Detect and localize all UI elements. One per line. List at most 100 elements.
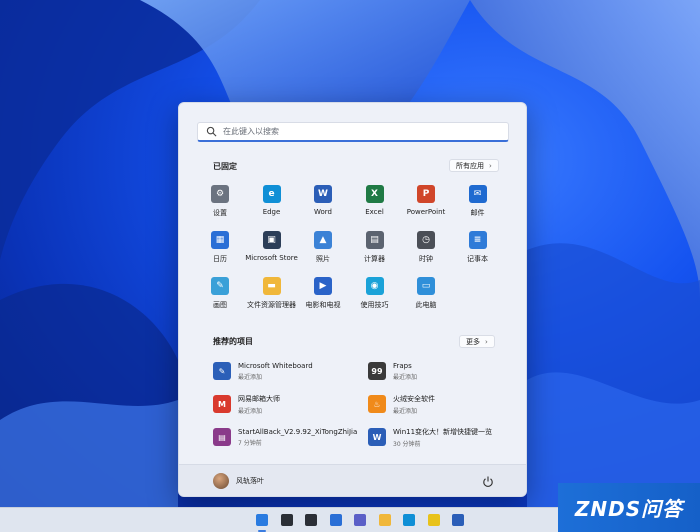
recommended-item[interactable]: M 网易邮箱大师 最近添加: [213, 392, 363, 416]
pinned-app-label: 记事本: [467, 255, 488, 263]
pinned-app-label: 日历: [213, 255, 227, 263]
widgets-icon-glyph: [329, 514, 342, 526]
word-doc-icon: W: [368, 428, 386, 446]
chevron-right-icon: ›: [485, 337, 488, 346]
pinned-app-label: PowerPoint: [406, 208, 446, 216]
task-view-icon[interactable]: [303, 512, 319, 528]
recommended-item-name: 网易邮箱大师: [238, 394, 280, 403]
search-box[interactable]: [197, 122, 509, 142]
music-icon-glyph: [427, 514, 440, 526]
recommended-item-name: Win11变化大！新增快捷键一览: [393, 427, 493, 436]
power-icon[interactable]: [481, 475, 495, 489]
pinned-app-label: Microsoft Store: [245, 254, 298, 262]
pinned-app[interactable]: P PowerPoint: [399, 185, 453, 216]
pinned-app[interactable]: ⚙ 设置: [193, 185, 247, 218]
calendar-icon: ▦: [211, 231, 229, 249]
recommended-item[interactable]: 99 Fraps 最近添加: [368, 359, 518, 383]
recommended-item-subtitle: 7 分钟前: [238, 439, 262, 447]
pinned-app-label: 使用技巧: [360, 301, 389, 309]
task-view-icon-glyph: [305, 514, 317, 526]
pinned-title: 已固定: [213, 162, 237, 171]
chat-icon[interactable]: [352, 512, 368, 528]
pinned-app-label: 计算器: [364, 255, 385, 263]
word-icon[interactable]: [450, 512, 466, 528]
recommended-item-subtitle: 最近添加: [393, 373, 418, 381]
music-icon[interactable]: [426, 512, 442, 528]
edge-icon[interactable]: [401, 512, 417, 528]
pinned-app[interactable]: ▬ 文件资源管理器: [245, 277, 299, 310]
calculator-icon: ▤: [365, 231, 384, 249]
pinned-app-label: 照片: [316, 255, 330, 263]
photos-icon: ▲: [314, 231, 332, 249]
search-input[interactable]: [223, 127, 503, 136]
recommended-item-name: 火绒安全软件: [393, 394, 435, 403]
recommended-item[interactable]: ♨ 火绒安全软件 最近添加: [368, 392, 518, 416]
excel-icon: X: [365, 185, 384, 203]
store-icon: ▣: [262, 231, 281, 249]
pinned-app[interactable]: e Edge: [245, 185, 299, 216]
recommended-item[interactable]: ✎ Microsoft Whiteboard 最近添加: [213, 359, 363, 383]
pinned-app[interactable]: ◉ 使用技巧: [348, 277, 402, 310]
pinned-app[interactable]: ▲ 照片: [296, 231, 350, 264]
pinned-app-label: 此电脑: [415, 301, 437, 309]
pinned-app[interactable]: ▦ 日历: [193, 231, 247, 264]
avatar: [213, 473, 229, 489]
movies-icon: ▶: [314, 277, 332, 295]
edge-icon: e: [262, 185, 281, 203]
all-apps-button[interactable]: 所有应用 ›: [449, 159, 499, 172]
more-label: 更多: [466, 337, 480, 346]
pinned-app-label: Excel: [365, 208, 384, 216]
folder-icon[interactable]: [377, 512, 393, 528]
mail-icon: ✉: [468, 185, 487, 203]
pinned-app[interactable]: ≡ 记事本: [451, 231, 505, 264]
recommended-item[interactable]: ▤ StartAllBack_V2.9.92_XiTongZhiJia 7 分钟前: [213, 425, 363, 449]
paint-icon: ✎: [211, 277, 229, 295]
pinned-app[interactable]: ▭ 此电脑: [399, 277, 453, 310]
start-icon-glyph: [256, 514, 268, 526]
watermark: ZNDS问答: [558, 483, 700, 532]
pinned-app[interactable]: ◷ 时钟: [399, 231, 453, 264]
pinned-app[interactable]: ▶ 电影和电视: [296, 277, 350, 310]
pinned-app-label: Edge: [262, 208, 281, 216]
pinned-app[interactable]: X Excel: [348, 185, 402, 216]
pinned-app-label: 电影和电视: [305, 301, 341, 309]
pinned-app[interactable]: ▤ 计算器: [348, 231, 402, 264]
start-icon[interactable]: [254, 512, 270, 528]
word-icon-glyph: [452, 514, 464, 526]
search-icon-glyph: [280, 514, 293, 526]
folder-icon: ▬: [262, 277, 281, 295]
recommended-item-subtitle: 最近添加: [238, 407, 263, 415]
recommended-item[interactable]: W Win11变化大！新增快捷键一览 30 分钟前: [368, 425, 518, 449]
recommended-item-text: 网易邮箱大师 最近添加: [238, 394, 280, 415]
pinned-app[interactable]: W Word: [296, 185, 350, 216]
pinned-app-label: 邮件: [470, 209, 485, 217]
folder-icon-glyph: [378, 514, 391, 526]
recommended-item-text: Fraps 最近添加: [393, 362, 417, 381]
powerpoint-icon: P: [417, 185, 435, 203]
word-icon: W: [314, 185, 332, 203]
recommended-item-subtitle: 最近添加: [393, 407, 418, 415]
pinned-app-label: 时钟: [419, 255, 433, 263]
search-icon[interactable]: [279, 512, 295, 528]
pinned-app-label: 设置: [213, 209, 227, 217]
pinned-app[interactable]: ✎ 画图: [193, 277, 247, 310]
pinned-app-label: 画图: [213, 301, 227, 309]
recommended-title: 推荐的项目: [213, 337, 253, 346]
pinned-app[interactable]: ✉ 邮件: [451, 185, 505, 218]
more-button[interactable]: 更多 ›: [459, 335, 495, 348]
huorong-icon: ♨: [368, 395, 386, 413]
gear-icon: ⚙: [211, 185, 229, 203]
winrar-icon: ▤: [213, 428, 231, 446]
notepad-icon: ≡: [468, 231, 487, 249]
recommended-item-text: 火绒安全软件 最近添加: [393, 394, 435, 415]
clock-icon: ◷: [417, 231, 435, 249]
widgets-icon[interactable]: [328, 512, 344, 528]
whiteboard-icon: ✎: [213, 362, 231, 380]
pinned-app-label: 文件资源管理器: [247, 301, 296, 309]
pinned-app-label: Word: [314, 208, 332, 216]
user-account[interactable]: 风轨落叶: [213, 473, 264, 489]
pinned-app[interactable]: ▣ Microsoft Store: [245, 231, 299, 262]
this-pc-icon: ▭: [417, 277, 435, 295]
chat-icon-glyph: [354, 514, 366, 526]
recommended-item-subtitle: 最近添加: [238, 373, 263, 381]
